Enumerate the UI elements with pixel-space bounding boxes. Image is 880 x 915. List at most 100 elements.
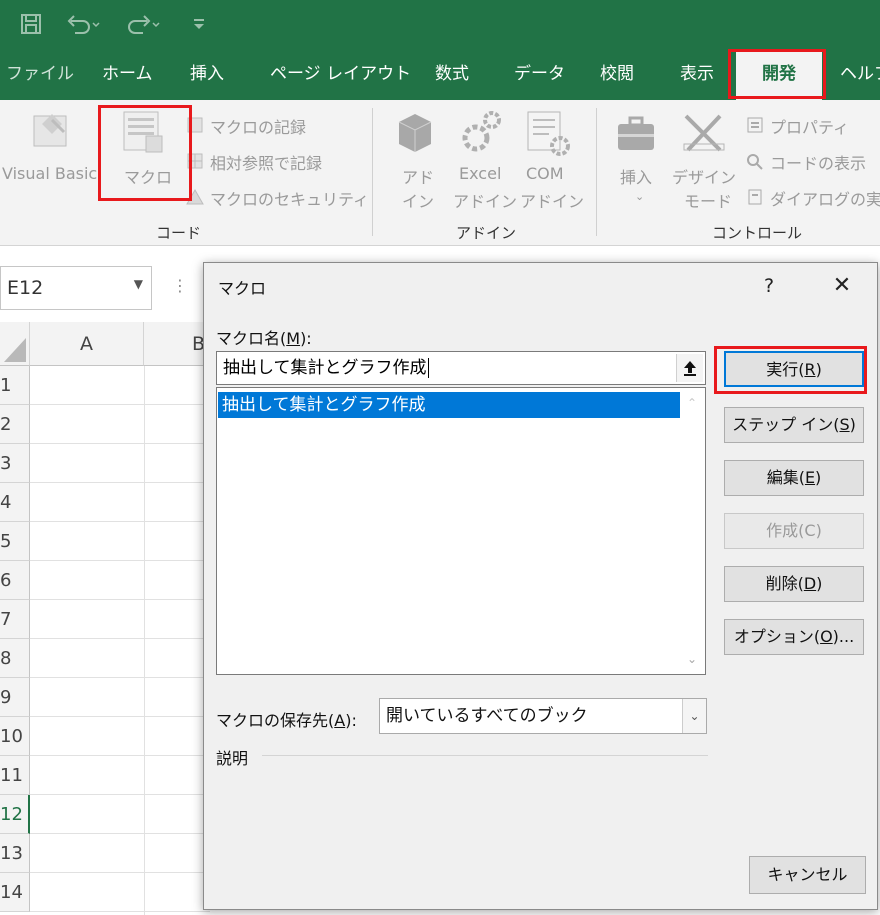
- row-header[interactable]: 5: [0, 522, 30, 561]
- scroll-up-icon[interactable]: ⌃: [687, 396, 697, 410]
- gridline: [30, 833, 210, 834]
- chevron-down-icon[interactable]: ▼: [134, 277, 143, 291]
- undo-icon[interactable]: [64, 10, 102, 38]
- row-header[interactable]: 14: [0, 873, 30, 912]
- excel-addins-button-line1[interactable]: Excel: [459, 164, 501, 183]
- tab-formulas[interactable]: 数式: [435, 48, 469, 100]
- row-header[interactable]: 4: [0, 483, 30, 522]
- com-addins-button-line2[interactable]: アドイン: [520, 188, 584, 212]
- insert-control-button[interactable]: 挿入: [620, 164, 652, 188]
- tab-help[interactable]: ヘルプ: [840, 48, 880, 100]
- edit-button[interactable]: 編集(E): [724, 460, 864, 496]
- com-addins-icon: [524, 108, 572, 158]
- tab-page-layout[interactable]: ページ レイアウト: [270, 48, 411, 100]
- macro-dialog: マクロ ? ✕ マクロ名(M): 抽出して集計とグラフ作成 抽出して集計とグラフ…: [203, 262, 878, 910]
- row-header[interactable]: 13: [0, 834, 30, 873]
- help-icon[interactable]: ?: [754, 271, 784, 301]
- name-box[interactable]: E12 ▼: [0, 266, 152, 310]
- gridline: [30, 560, 210, 561]
- options-button[interactable]: オプション(O)...: [724, 619, 864, 655]
- addins-button-line1[interactable]: アド: [402, 164, 434, 188]
- macro-list-item[interactable]: 抽出して集計とグラフ作成: [218, 392, 680, 418]
- gridline: [30, 794, 210, 795]
- relative-reference-icon: [186, 152, 204, 170]
- customize-qat-icon[interactable]: [188, 10, 210, 38]
- code-group-label: コード: [156, 224, 202, 242]
- name-box-value: E12: [7, 277, 44, 299]
- gridline: [30, 482, 210, 483]
- gridline: [30, 755, 210, 756]
- macro-location-label: マクロの保存先(A):: [216, 711, 357, 730]
- gridline: [30, 911, 210, 912]
- delete-button[interactable]: 削除(D): [724, 566, 864, 602]
- row-header[interactable]: 8: [0, 639, 30, 678]
- row-header[interactable]: 3: [0, 444, 30, 483]
- macro-location-select[interactable]: 開いているすべてのブック ⌄: [379, 698, 707, 734]
- group-separator: [372, 108, 373, 236]
- record-macro-icon: [186, 116, 204, 134]
- row-header[interactable]: 9: [0, 678, 30, 717]
- worksheet-grid[interactable]: A B 1 2 3 4 5 6 7 8 9 10 11 12 13 14: [0, 322, 210, 915]
- tab-file[interactable]: ファイル: [6, 48, 74, 100]
- column-header-b[interactable]: B: [144, 322, 210, 366]
- row-header[interactable]: 12: [0, 795, 30, 834]
- run-dialog-button[interactable]: ダイアログの実: [770, 186, 880, 210]
- visual-basic-icon: [30, 110, 78, 154]
- com-addins-button-line1[interactable]: COM: [526, 164, 564, 183]
- macros-button[interactable]: マクロ: [124, 164, 172, 188]
- chevron-down-icon[interactable]: ⌄: [635, 190, 644, 203]
- cancel-button[interactable]: キャンセル: [749, 856, 866, 894]
- design-mode-button-line1[interactable]: デザイン: [672, 164, 736, 188]
- excel-addins-icon: [460, 108, 504, 156]
- tab-data[interactable]: データ: [514, 48, 565, 100]
- macro-list[interactable]: 抽出して集計とグラフ作成 ⌃ ⌄: [216, 387, 706, 675]
- tab-review[interactable]: 校閲: [600, 48, 634, 100]
- row-header[interactable]: 1: [0, 366, 30, 405]
- save-icon[interactable]: [18, 10, 44, 38]
- design-mode-icon: [680, 110, 728, 156]
- ribbon: Visual Basic マクロ マクロの記録 相対参照で記録 マクロのセキュリ…: [0, 100, 880, 246]
- view-code-button[interactable]: コードの表示: [770, 150, 866, 174]
- close-icon[interactable]: ✕: [824, 271, 860, 301]
- gridline: [30, 677, 210, 678]
- relative-reference-button[interactable]: 相対参照で記録: [210, 150, 322, 174]
- text-caret: [427, 358, 429, 378]
- run-button[interactable]: 実行(R): [724, 351, 864, 387]
- tab-view[interactable]: 表示: [680, 48, 714, 100]
- scroll-down-icon[interactable]: ⌄: [687, 652, 697, 666]
- gridline: [30, 638, 210, 639]
- upload-arrow-icon[interactable]: [676, 354, 703, 382]
- visual-basic-button[interactable]: Visual Basic: [2, 164, 97, 183]
- column-header-a[interactable]: A: [30, 322, 144, 366]
- design-mode-button-line2[interactable]: モード: [684, 188, 732, 212]
- gridline: [30, 872, 210, 873]
- addins-group-label: アドイン: [456, 224, 517, 242]
- chevron-down-icon[interactable]: ⌄: [682, 699, 706, 733]
- macro-name-input[interactable]: 抽出して集計とグラフ作成: [216, 351, 706, 385]
- step-into-button[interactable]: ステップ イン(S): [724, 407, 864, 443]
- addins-button-line2[interactable]: イン: [402, 188, 434, 212]
- gridline: [30, 521, 210, 522]
- macro-name-value: 抽出して集計とグラフ作成: [223, 358, 427, 378]
- macro-security-button[interactable]: マクロのセキュリティ: [210, 186, 369, 210]
- properties-button[interactable]: プロパティ: [770, 114, 849, 138]
- title-bar: [0, 0, 880, 48]
- gridline: [30, 404, 210, 405]
- tab-home[interactable]: ホーム: [102, 48, 153, 100]
- warning-icon: [186, 188, 204, 206]
- row-header[interactable]: 10: [0, 717, 30, 756]
- ribbon-tabs: ファイル ホーム 挿入 ページ レイアウト 数式 データ 校閲 表示 開発 ヘル…: [0, 48, 880, 100]
- tab-insert[interactable]: 挿入: [190, 48, 224, 100]
- toolbox-icon: [614, 112, 662, 156]
- select-all-corner[interactable]: [0, 322, 30, 366]
- macro-name-label: マクロ名(M):: [216, 329, 312, 348]
- record-macro-button[interactable]: マクロの記録: [210, 114, 306, 138]
- row-header[interactable]: 7: [0, 600, 30, 639]
- row-header[interactable]: 2: [0, 405, 30, 444]
- tab-developer[interactable]: 開発: [736, 52, 822, 100]
- excel-addins-button-line2[interactable]: アドイン: [453, 188, 517, 212]
- redo-icon[interactable]: [124, 10, 162, 38]
- row-header[interactable]: 11: [0, 756, 30, 795]
- row-header[interactable]: 6: [0, 561, 30, 600]
- gridline: [30, 443, 210, 444]
